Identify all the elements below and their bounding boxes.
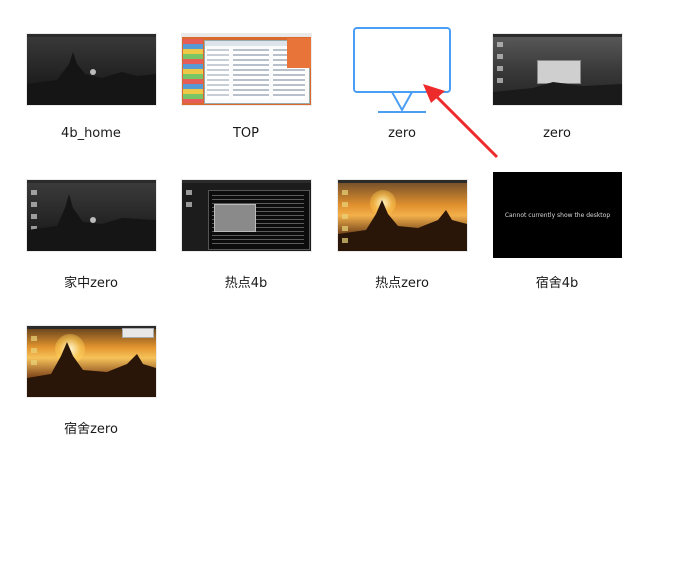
connection-hotspot-4b[interactable]: 热点4b [176,180,316,300]
taskbar [182,34,311,37]
desktop-thumbnail-dark [27,180,156,251]
connection-dorm-zero[interactable]: 宿舍zero [21,326,161,446]
taskbar [182,180,311,183]
desktop-thumbnail-unavailable: Cannot currently show the desktop [493,172,622,258]
unavailable-message: Cannot currently show the desktop [504,211,611,219]
left-icon-column [183,39,203,103]
taskbar [27,34,156,37]
desktop-thumbnail-dark-dialog [493,34,622,105]
item-label: 4b_home [61,126,121,141]
desktop-thumbnail-sunset [27,326,156,397]
remote-desktop-gallery: { "items": [ {"label": "4b_home"}, {"lab… [0,0,692,584]
dialog-box [214,204,256,232]
item-label: TOP [232,126,259,141]
red-arrow-annotation [423,84,499,159]
item-label: 热点zero [375,276,429,291]
connection-4b-home[interactable]: 4b_home [21,34,161,154]
item-label: 家中zero [64,276,118,291]
desktop-thumbnail-dark [27,34,156,105]
desktop-thumbnail-windows [182,34,311,105]
connection-home-zero[interactable]: 家中zero [21,180,161,300]
connection-top[interactable]: TOP [176,34,316,154]
item-label: 宿舍zero [64,422,118,437]
connection-hotspot-zero[interactable]: 热点zero [332,180,472,300]
wallpaper-accent [287,38,311,68]
pagoda-silhouette [27,52,156,105]
desktop-thumbnail-sunset [338,180,467,251]
item-label: 宿舍4b [535,276,579,291]
desktop-thumbnail-terminal [182,180,311,251]
item-label: 热点4b [224,276,268,291]
connection-dorm-4b[interactable]: Cannot currently show the desktop 宿舍4b [487,172,627,300]
